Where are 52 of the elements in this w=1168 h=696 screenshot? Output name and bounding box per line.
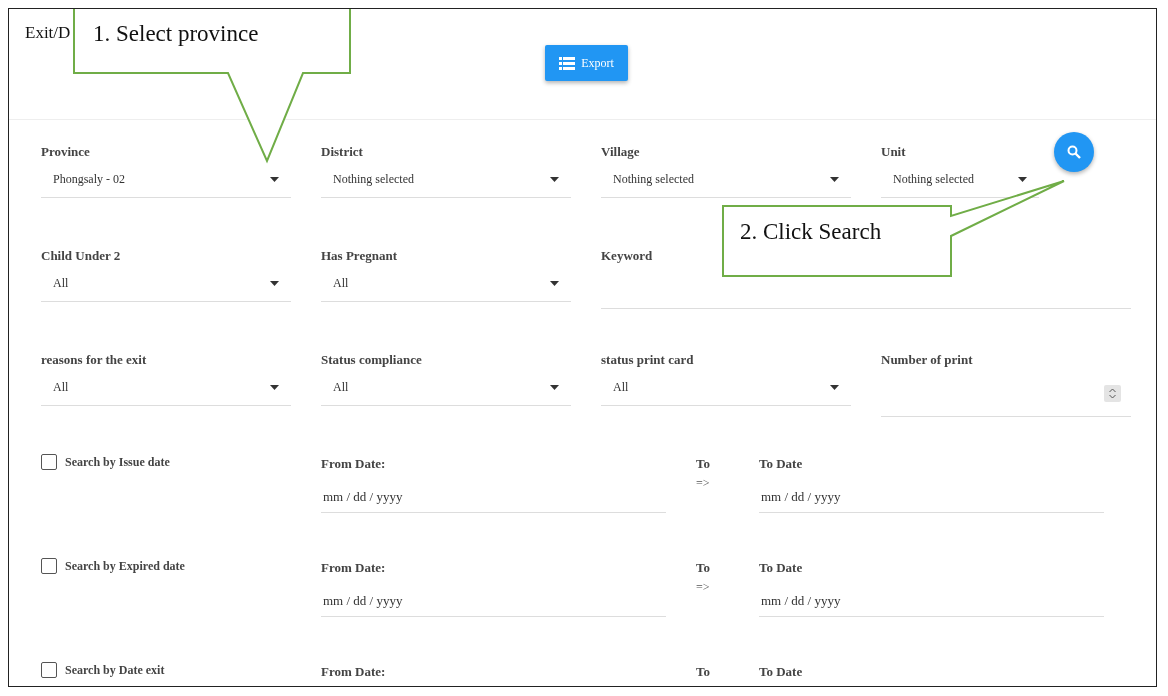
list-icon — [559, 56, 576, 70]
field-label: District — [321, 143, 363, 161]
field-label: Unit — [881, 143, 906, 161]
field-label: Keyword — [601, 247, 653, 265]
field-label: reasons for the exit — [41, 351, 147, 369]
field-label: status print card — [601, 351, 694, 369]
checkbox[interactable] — [41, 558, 57, 574]
checkbox-label: Search by Date exit — [65, 662, 165, 678]
to-label: To — [696, 455, 710, 473]
dropdown[interactable]: All — [601, 370, 851, 406]
field-label: Status compliance — [321, 351, 422, 369]
caret-icon — [830, 385, 839, 390]
caret-icon — [270, 385, 279, 390]
search-icon — [1067, 145, 1081, 159]
field-label: To Date — [759, 663, 803, 681]
checkbox[interactable] — [41, 662, 57, 678]
caret-icon — [830, 177, 839, 182]
callout-text: 2. Click Search — [740, 219, 882, 245]
field-label: Province — [41, 143, 90, 161]
arrow-text: => — [696, 476, 711, 491]
caret-icon — [270, 281, 279, 286]
callout-text: 1. Select province — [93, 21, 259, 47]
caret-icon — [550, 177, 559, 182]
dropdown[interactable]: All — [321, 266, 571, 302]
dropdown[interactable]: All — [41, 370, 291, 406]
dropdown[interactable]: All — [321, 370, 571, 406]
checkbox-label: Search by Expired date — [65, 558, 185, 574]
dropdown[interactable]: Nothing selected — [321, 162, 571, 198]
dropdown[interactable]: Nothing selected — [601, 162, 851, 198]
field-label: From Date: — [321, 455, 386, 473]
field-label: Village — [601, 143, 640, 161]
dropdown[interactable]: All — [41, 266, 291, 302]
arrow-text: => — [696, 580, 711, 595]
caret-icon — [550, 281, 559, 286]
caret-icon — [270, 177, 279, 182]
to-label: To — [696, 663, 710, 681]
field-label: Has Pregnant — [321, 247, 397, 265]
checkbox[interactable] — [41, 454, 57, 470]
field-label: Child Under 2 — [41, 247, 121, 265]
search-button[interactable] — [1054, 132, 1094, 172]
field-label: Number of print — [881, 351, 973, 369]
spinner-icon — [1104, 384, 1121, 402]
caret-icon — [550, 385, 559, 390]
field-label: From Date: — [321, 663, 386, 681]
to-label: To — [696, 559, 710, 577]
caret-icon — [1018, 177, 1027, 182]
field-label: From Date: — [321, 559, 386, 577]
field-label: To Date — [759, 559, 803, 577]
dropdown[interactable]: Phongsaly - 02 — [41, 162, 291, 198]
page-title: Exit/D — [25, 23, 71, 43]
checkbox-label: Search by Issue date — [65, 454, 170, 470]
field-label: To Date — [759, 455, 803, 473]
